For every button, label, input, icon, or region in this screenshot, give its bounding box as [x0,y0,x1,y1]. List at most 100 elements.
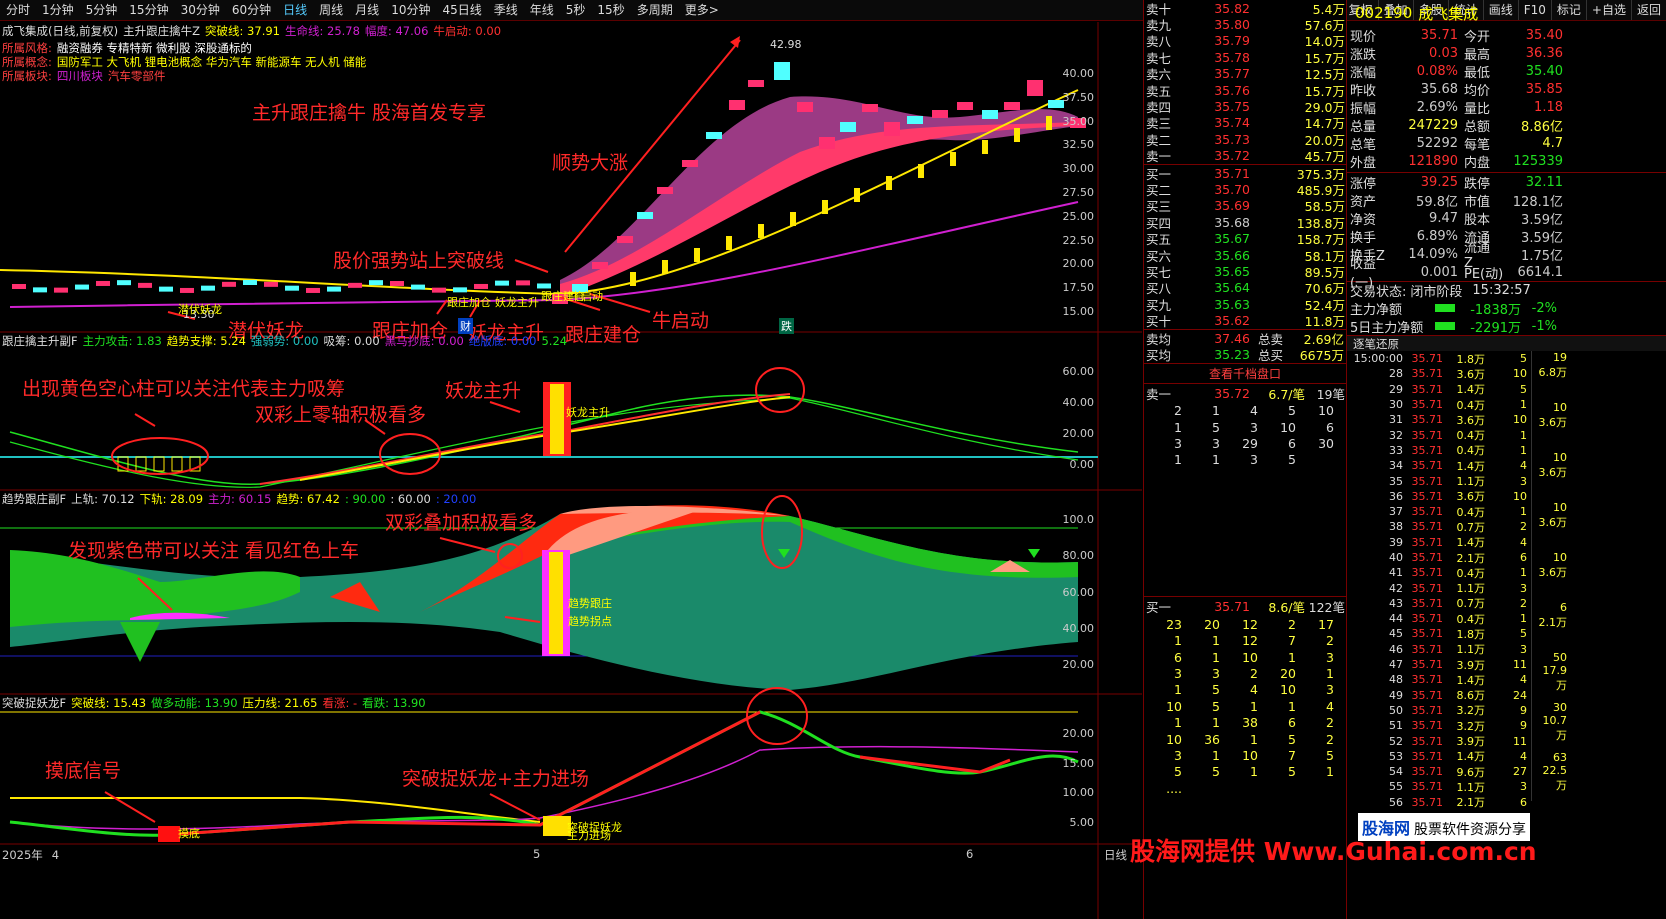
timeframe-tab[interactable]: 60分钟 [226,0,277,20]
ask-row[interactable]: 卖六 35.77 12.5万 [1144,66,1346,82]
signal-main-entry: 主力进场 [567,829,611,842]
candle [243,280,257,286]
candle [729,100,745,110]
bid-row[interactable]: 买三 35.69 58.5万 [1144,198,1346,214]
candle [797,102,813,112]
signal-add: 跟庄加仓 [447,296,491,309]
volume-marker [662,260,668,274]
tick-row: 56 35.71 2.1万 6 [1389,795,1527,810]
tick-row: 44 35.71 0.4万 1 [1389,612,1527,626]
high-label: 42.98 [770,38,802,51]
tick-row: 40 35.71 2.1万 6 [1389,551,1527,565]
ask-row[interactable]: 卖四 35.75 29.0万 [1144,98,1346,115]
candle [117,280,131,286]
volume-marker [790,212,796,226]
fundamental-row: 收益(一) 0.001 PE(动) 6614.1 [1350,257,1563,291]
timeframe-tab[interactable]: 30分钟 [175,0,226,20]
timeframe-tab[interactable]: 多周期 [631,0,679,20]
timeframe-tab[interactable]: 5分钟 [80,0,124,20]
axis-tick: 80.00 [1062,549,1095,563]
candle [453,287,467,293]
timeframe-tab[interactable]: 5秒 [560,0,592,20]
timeframe-tab[interactable]: 年线 [524,0,560,20]
avg-ask-row: 卖均 37.46 总卖 2.69亿 [1146,330,1344,347]
timeframe-tab[interactable]: 1分钟 [36,0,80,20]
annotation-purple-band: 发现紫色带可以关注 看见红色上车 [68,540,360,562]
tick-row: 15:00:00 35.71 1.8万 5 [1353,352,1527,366]
annotation-absorb: 出现黄色空心柱可以关注代表主力吸筹 [22,378,346,400]
annotation-breakthrough: 突破捉妖龙+主力进场 [402,768,589,790]
bid-row[interactable]: 买九 35.63 52.4万 [1144,296,1346,313]
axis-tick: 17.50 [1062,281,1095,295]
bid-queue-row: 1 1 38 6 2 [1174,715,1334,731]
volume-marker [726,236,732,250]
x-axis: 2025年 4 [2,848,60,862]
annotation-dual-color: 双彩上零轴积极看多 [255,404,427,426]
tick-row: 45 35.71 1.8万 5 [1389,627,1527,641]
timeframe-tab[interactable]: 月线 [349,0,385,20]
candle [264,281,278,287]
bid-queue-row: 3 3 2 20 1 [1174,666,1334,682]
candle [180,287,194,293]
bid-row[interactable]: 买六 35.66 58.1万 [1144,247,1346,264]
candle [75,284,89,290]
timeframe-tab[interactable]: 10分钟 [385,0,436,20]
ask-row[interactable]: 卖八 35.79 14.0万 [1144,33,1346,49]
timeframe-tab[interactable]: 45日线 [436,0,487,20]
tick-row: 37 35.71 0.4万 1 [1389,505,1527,519]
bid-row[interactable]: 买四 35.68 138.8万 [1144,214,1346,231]
candle [432,287,446,293]
tick-row: 52 35.71 3.9万 11 [1389,734,1527,749]
timeframe-tab[interactable]: 15分钟 [123,0,174,20]
bid-queue-row: .... [1166,780,1182,796]
tick-row: 50 35.71 3.2万 9 [1389,703,1527,718]
tick-group: 6 2.1万 [1531,601,1567,651]
timeframe-tab[interactable]: 日线 [277,0,313,20]
annotation-rise: 顺势大涨 [552,152,629,174]
bid-row[interactable]: 买十 35.62 11.8万 [1144,312,1346,329]
signal-main-rise: 妖龙主升 [566,406,610,419]
quote-row: 总笔 52292 每笔 4.7 [1350,135,1563,153]
axis-tick: 15.00 [1062,756,1095,770]
bid-row[interactable]: 买二 35.70 485.9万 [1144,181,1346,198]
ask-row[interactable]: 卖十 35.82 5.4万 [1144,0,1346,17]
ask-row[interactable]: 卖三 35.74 14.7万 [1144,115,1346,131]
chart-area[interactable]: 成飞集成(日线,前复权) 主升跟庄擒牛Z 突破线: 37.91 生命线: 25.78 幅… [0,22,1142,919]
tick-row: 38 35.71 0.7万 2 [1389,520,1527,534]
timeframe-tab[interactable]: 周线 [313,0,349,20]
ask-row[interactable]: 卖一 35.72 45.7万 [1144,148,1346,164]
annotation-breakout: 股价强势站上突破线 [333,250,505,272]
candle [682,160,698,167]
axis-tick: 40.00 [1062,621,1095,635]
ten-level-link[interactable]: 查看千档盘口 [1144,362,1346,383]
bid-queue-row: 1 5 4 10 3 [1174,682,1334,698]
bid-row[interactable]: 买五 35.67 158.7万 [1144,230,1346,247]
timeframe-tab[interactable]: 更多> [679,0,725,20]
tick-group: 30 10.7万 [1531,701,1567,751]
ask-row[interactable]: 卖二 35.73 20.0万 [1144,131,1346,148]
price-axis: 40.00 37.50 35.00 32.50 30.00 27.50 25.00 22.50… [1063,62,1095,324]
ask-row[interactable]: 卖七 35.78 15.7万 [1144,49,1346,66]
panel2-axis: 60.00 40.00 20.00 0.00 [1063,356,1095,480]
bid-row[interactable]: 买一 35.71 375.3万 [1144,165,1346,182]
signal-lurk: 潜伏妖龙 [178,303,222,316]
candle [1027,80,1043,96]
candle [932,110,948,118]
candle [706,132,722,139]
ask-row[interactable]: 卖五 35.76 15.7万 [1144,82,1346,99]
bid-row[interactable]: 买八 35.64 70.6万 [1144,280,1346,296]
order-book: 卖十 35.82 5.4万 卖九 35.80 57.6万 卖八 35.79 14.0万 卖七 35.… [1143,0,1346,919]
axis-tick: 15.00 [1062,304,1095,318]
tick-group: 10 3.6万 [1531,501,1567,551]
volume-marker [982,140,988,154]
ask-row[interactable]: 卖九 35.80 57.6万 [1144,16,1346,33]
hollow-bar [171,456,183,472]
signal-bull: 牛启动 [570,290,603,303]
timeframe-tab[interactable]: 分时 [0,0,36,20]
tick-group: 10 3.6万 [1531,451,1567,501]
bid-row[interactable]: 买七 35.65 89.5万 [1144,263,1346,280]
candle [637,212,653,219]
timeframe-tab[interactable]: 季线 [488,0,524,20]
tick-row: 28 35.71 3.6万 10 [1389,367,1527,381]
timeframe-tab[interactable]: 15秒 [591,0,630,20]
